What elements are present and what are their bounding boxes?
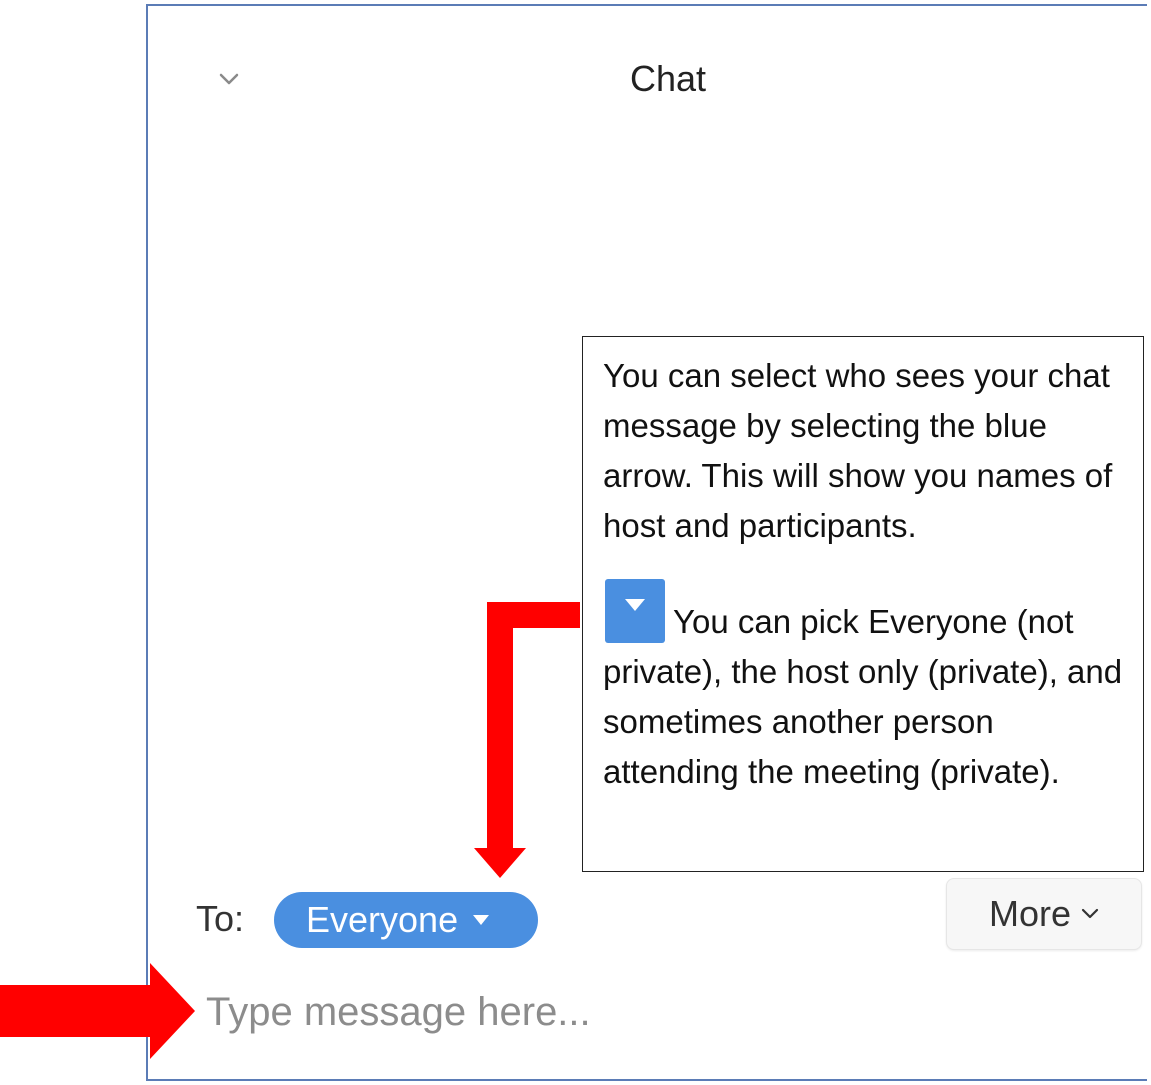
red-connector-arrow: [474, 602, 580, 878]
annotation-overlay: [0, 602, 580, 1059]
red-input-arrow: [0, 963, 195, 1059]
screenshot-stage: Chat You can select who sees your chat m…: [0, 0, 1151, 1085]
